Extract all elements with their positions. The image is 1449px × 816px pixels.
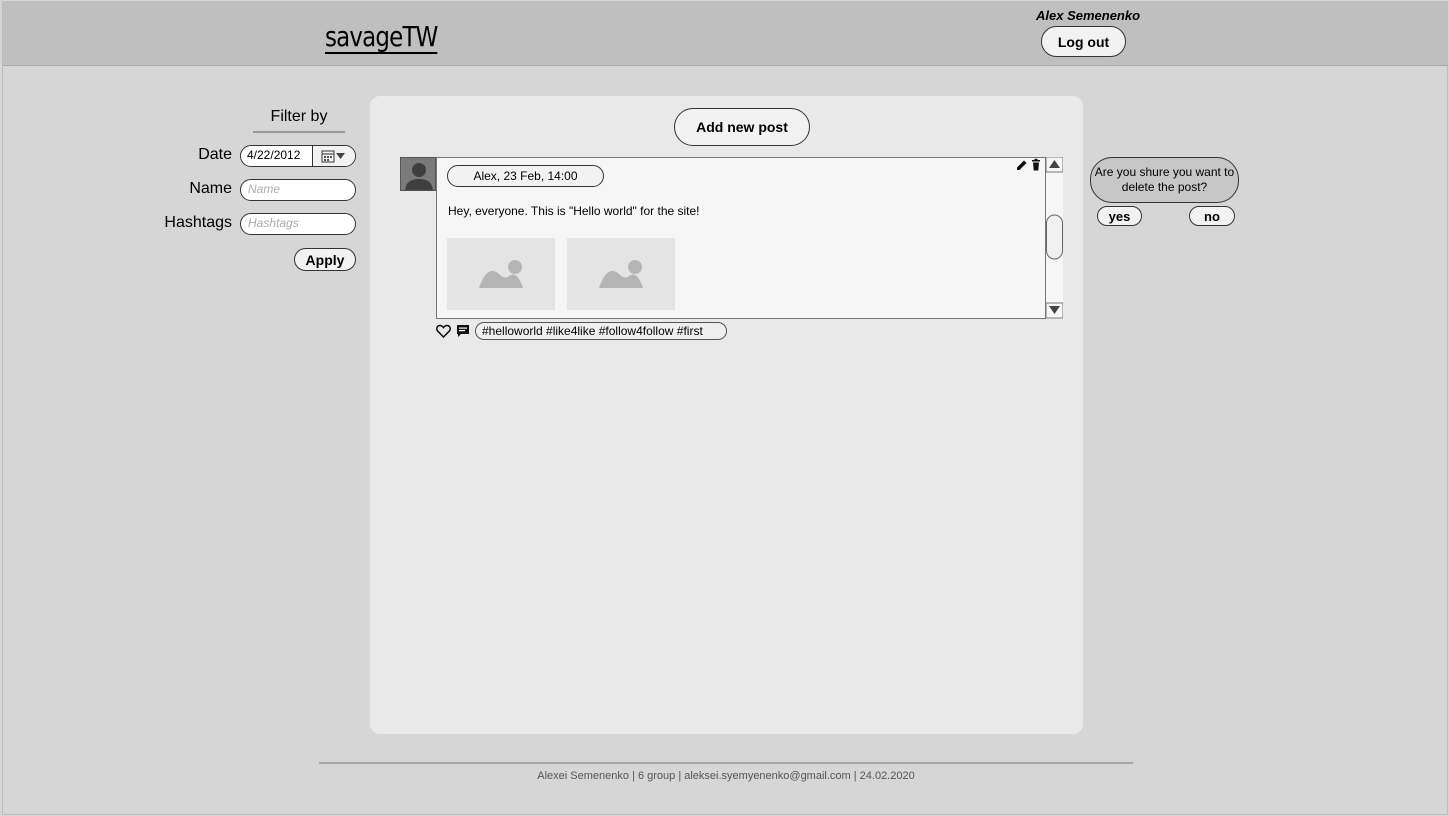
- post-image[interactable]: [567, 238, 675, 310]
- name-input[interactable]: Name: [240, 179, 356, 201]
- apply-button[interactable]: Apply: [294, 248, 356, 271]
- hashtags-input[interactable]: Hashtags: [240, 213, 356, 235]
- filter-title: Filter by: [253, 108, 345, 133]
- post-scrollbar[interactable]: [1045, 156, 1064, 319]
- delete-trash-icon[interactable]: [1032, 158, 1040, 171]
- post-actions: [1015, 158, 1043, 175]
- date-label: Date: [198, 146, 232, 163]
- date-value[interactable]: 4/22/2012: [241, 146, 313, 166]
- footer-divider: [319, 762, 1133, 764]
- calendar-dropdown-button[interactable]: [313, 146, 355, 166]
- like-heart-icon[interactable]: [436, 324, 451, 338]
- delete-confirm-message: Are you shure you want to delete the pos…: [1090, 157, 1239, 203]
- name-label: Name: [189, 180, 232, 197]
- post-hashtags[interactable]: #helloworld #like4like #follow4follow #f…: [475, 322, 727, 340]
- scroll-up-arrow-icon[interactable]: [1045, 156, 1064, 173]
- post-reactions: [436, 324, 470, 338]
- header: savageTW Alex Semenenko: [3, 2, 1448, 66]
- edit-pencil-icon[interactable]: [1017, 160, 1027, 171]
- image-placeholder-icon: [479, 260, 523, 288]
- add-new-post-button[interactable]: Add new post: [674, 108, 810, 146]
- user-silhouette-icon: [405, 163, 433, 190]
- confirm-yes-button[interactable]: yes: [1097, 206, 1142, 226]
- post-author-date: Alex, 23 Feb, 14:00: [447, 165, 604, 187]
- footer-text: Alexei Semenenko | 6 group | aleksei.sye…: [537, 770, 915, 782]
- image-placeholder-icon: [599, 260, 643, 288]
- logout-button[interactable]: Log out: [1041, 26, 1126, 57]
- date-picker[interactable]: 4/22/2012: [240, 145, 356, 167]
- calendar-icon: [321, 150, 345, 163]
- current-username: Alex Semenenko: [1036, 8, 1141, 23]
- confirm-no-button[interactable]: no: [1189, 206, 1235, 226]
- comment-icon[interactable]: [456, 324, 470, 338]
- post-text: Hey, everyone. This is "Hello world" for…: [448, 204, 700, 218]
- author-avatar[interactable]: [400, 157, 436, 191]
- post-image[interactable]: [447, 238, 555, 310]
- logo[interactable]: savageTW: [325, 20, 438, 54]
- scroll-thumb[interactable]: [1046, 214, 1063, 260]
- logo-text: savageTW: [325, 20, 438, 54]
- hashtags-label: Hashtags: [164, 214, 232, 231]
- scroll-down-arrow-icon[interactable]: [1045, 302, 1064, 319]
